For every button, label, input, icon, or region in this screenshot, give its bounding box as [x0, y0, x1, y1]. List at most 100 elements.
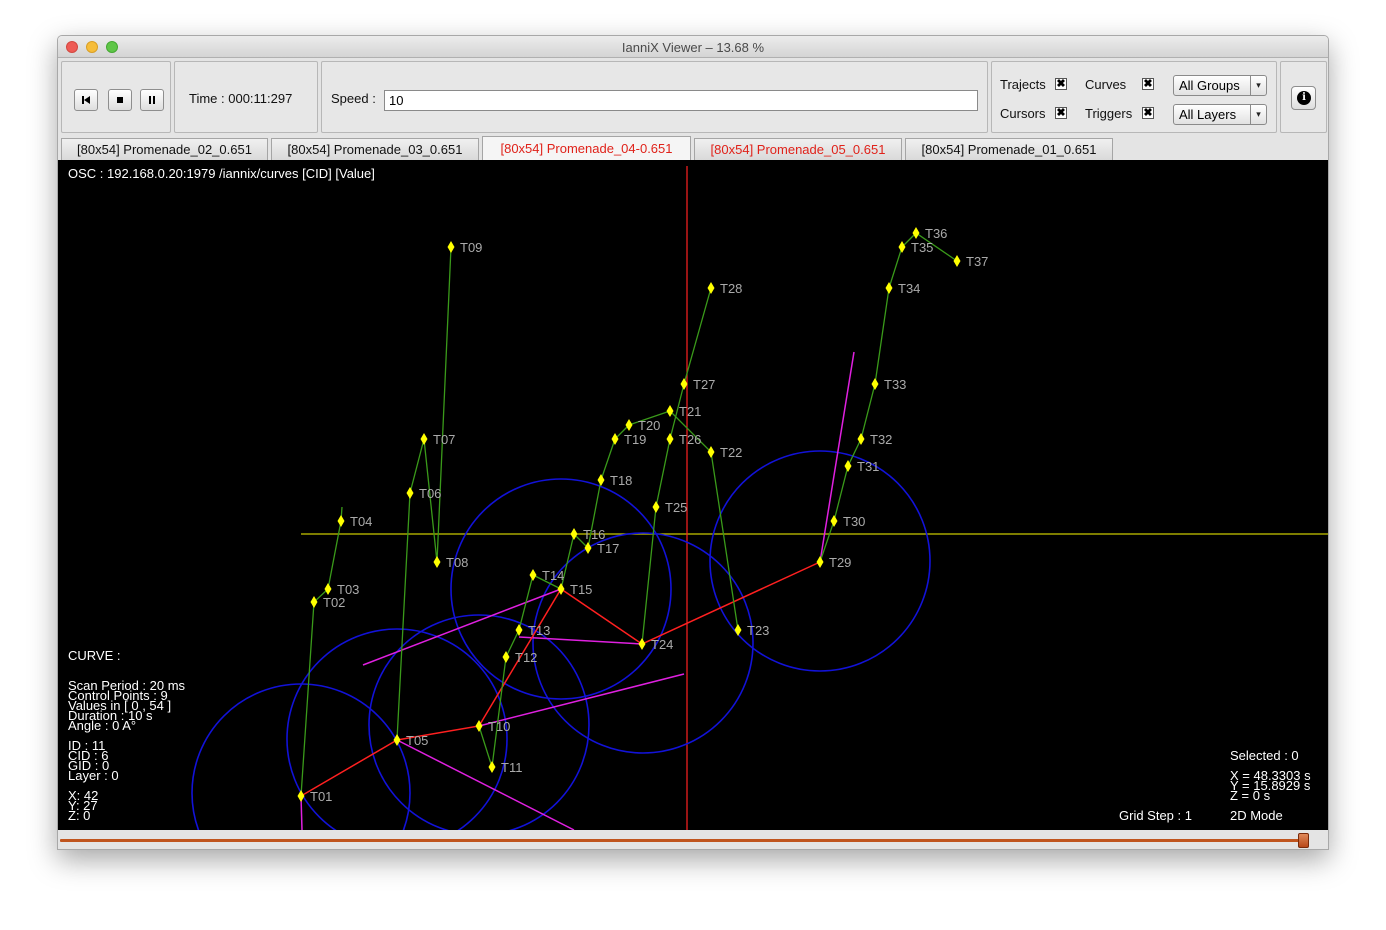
trigger-marker[interactable]	[666, 405, 674, 417]
trigger-label: T34	[898, 281, 920, 296]
timeline-track[interactable]	[60, 839, 1302, 842]
triggers-label: Triggers	[1085, 106, 1133, 121]
tab-promenade-02[interactable]: [80x54] Promenade_02_0.651	[61, 138, 268, 160]
trajectory-curve[interactable]	[560, 410, 739, 631]
view-mode: 2D Mode	[1230, 808, 1283, 823]
trigger-marker[interactable]	[734, 624, 742, 636]
trigger-marker[interactable]	[707, 282, 715, 294]
rewind-button[interactable]	[74, 89, 98, 111]
trigger-t28[interactable]: T28	[707, 281, 743, 296]
trigger-label: T17	[597, 541, 619, 556]
trigger-marker[interactable]	[297, 790, 305, 802]
trigger-marker[interactable]	[625, 419, 633, 431]
trigger-marker[interactable]	[584, 542, 592, 554]
trigger-label: T18	[610, 473, 632, 488]
trigger-label: T23	[747, 623, 769, 638]
timeline-slider[interactable]	[58, 830, 1328, 849]
trigger-marker[interactable]	[597, 474, 605, 486]
trigger-t25[interactable]: T25	[652, 500, 688, 515]
trigger-t14[interactable]: T14	[529, 568, 565, 583]
trajectory-curve[interactable]	[819, 232, 958, 563]
trigger-marker[interactable]	[488, 761, 496, 773]
trigger-label: T03	[337, 582, 359, 597]
trigger-t33[interactable]: T33	[871, 377, 907, 392]
info-icon: i	[1297, 91, 1311, 105]
trigger-t02[interactable]: T02	[310, 595, 346, 610]
trigger-marker[interactable]	[324, 583, 332, 595]
layers-select[interactable]: All Layers ▾	[1173, 104, 1267, 125]
trigger-marker[interactable]	[707, 446, 715, 458]
trigger-t36[interactable]: T36	[912, 226, 948, 241]
trigger-marker[interactable]	[337, 515, 345, 527]
document-tabs: [80x54] Promenade_02_0.651 [80x54] Prome…	[58, 136, 1328, 160]
toolbar: Time : 000:11:297 Speed : 10 Trajects ✖ …	[58, 58, 1328, 136]
trigger-marker[interactable]	[529, 569, 537, 581]
trigger-marker[interactable]	[912, 227, 920, 239]
trigger-marker[interactable]	[447, 241, 455, 253]
trigger-t17[interactable]: T17	[584, 541, 620, 556]
trigger-t24[interactable]: T24	[638, 637, 674, 652]
trigger-label: T37	[966, 254, 988, 269]
trigger-label: T08	[446, 555, 468, 570]
trigger-t21[interactable]: T21	[666, 404, 702, 419]
stop-button[interactable]	[108, 89, 132, 111]
trigger-t04[interactable]: T04	[337, 514, 373, 529]
trajects-checkbox[interactable]: ✖	[1055, 78, 1067, 90]
trigger-marker[interactable]	[953, 255, 961, 267]
trigger-t08[interactable]: T08	[433, 555, 469, 570]
trigger-marker[interactable]	[652, 501, 660, 513]
triggers-checkbox[interactable]: ✖	[1142, 107, 1154, 119]
trigger-label: T15	[570, 582, 592, 597]
chevron-down-icon: ▾	[1250, 76, 1266, 95]
object-z: Z: 0	[68, 808, 91, 823]
trigger-marker[interactable]	[406, 487, 414, 499]
tab-promenade-04[interactable]: [80x54] Promenade_04-0.651	[482, 136, 691, 160]
trigger-marker[interactable]	[420, 433, 428, 445]
trigger-marker[interactable]	[638, 638, 646, 650]
trigger-t20[interactable]: T20	[625, 418, 661, 433]
trajectory-curve[interactable]	[300, 506, 343, 797]
trigger-marker[interactable]	[816, 556, 824, 568]
trigger-label: T19	[624, 432, 646, 447]
trigger-marker[interactable]	[611, 433, 619, 445]
trajectory-curve[interactable]	[641, 287, 712, 645]
trigger-marker[interactable]	[570, 528, 578, 540]
trigger-t35[interactable]: T35	[898, 240, 934, 255]
trigger-t16[interactable]: T16	[570, 527, 606, 542]
trigger-t01[interactable]: T01	[297, 789, 333, 804]
trajects-label: Trajects	[1000, 77, 1046, 92]
trigger-t11[interactable]: T11	[488, 760, 523, 775]
timeline-handle[interactable]	[1298, 833, 1309, 848]
trigger-marker[interactable]	[898, 241, 906, 253]
trigger-t37[interactable]: T37	[953, 254, 989, 269]
trigger-marker[interactable]	[433, 556, 441, 568]
info-button[interactable]: i	[1291, 86, 1316, 110]
trajectory-curve[interactable]	[478, 574, 562, 768]
trigger-marker[interactable]	[830, 515, 838, 527]
trigger-label: T10	[488, 719, 510, 734]
tab-promenade-03[interactable]: [80x54] Promenade_03_0.651	[271, 138, 479, 160]
trigger-t09[interactable]: T09	[447, 240, 483, 255]
trigger-marker[interactable]	[885, 282, 893, 294]
pause-button[interactable]	[140, 89, 164, 111]
score-canvas[interactable]: T01 T02 T03 T04 T05 T06 T07 T08 T09 T10 T11 T12 T13 T…	[58, 160, 1328, 830]
trigger-t22[interactable]: T22	[707, 445, 743, 460]
trigger-marker[interactable]	[666, 433, 674, 445]
curves-checkbox[interactable]: ✖	[1142, 78, 1154, 90]
cursor-line[interactable]	[396, 739, 575, 830]
speed-input[interactable]: 10	[384, 90, 978, 111]
trigger-t19[interactable]: T19	[611, 432, 647, 447]
trigger-label: T26	[679, 432, 701, 447]
cursor-line[interactable]	[518, 636, 643, 645]
cursors-checkbox[interactable]: ✖	[1055, 107, 1067, 119]
trigger-marker[interactable]	[871, 378, 879, 390]
osc-status: OSC : 192.168.0.20:1979 /iannix/curves […	[68, 166, 375, 181]
tab-promenade-01[interactable]: [80x54] Promenade_01_0.651	[905, 138, 1113, 160]
tab-promenade-05[interactable]: [80x54] Promenade_05_0.651	[694, 138, 902, 160]
trigger-label: T36	[925, 226, 947, 241]
object-layer: Layer : 0	[68, 768, 119, 783]
trigger-t07[interactable]: T07	[420, 432, 456, 447]
groups-select[interactable]: All Groups ▾	[1173, 75, 1267, 96]
cursor-line[interactable]	[819, 351, 855, 563]
trigger-marker[interactable]	[310, 596, 318, 608]
